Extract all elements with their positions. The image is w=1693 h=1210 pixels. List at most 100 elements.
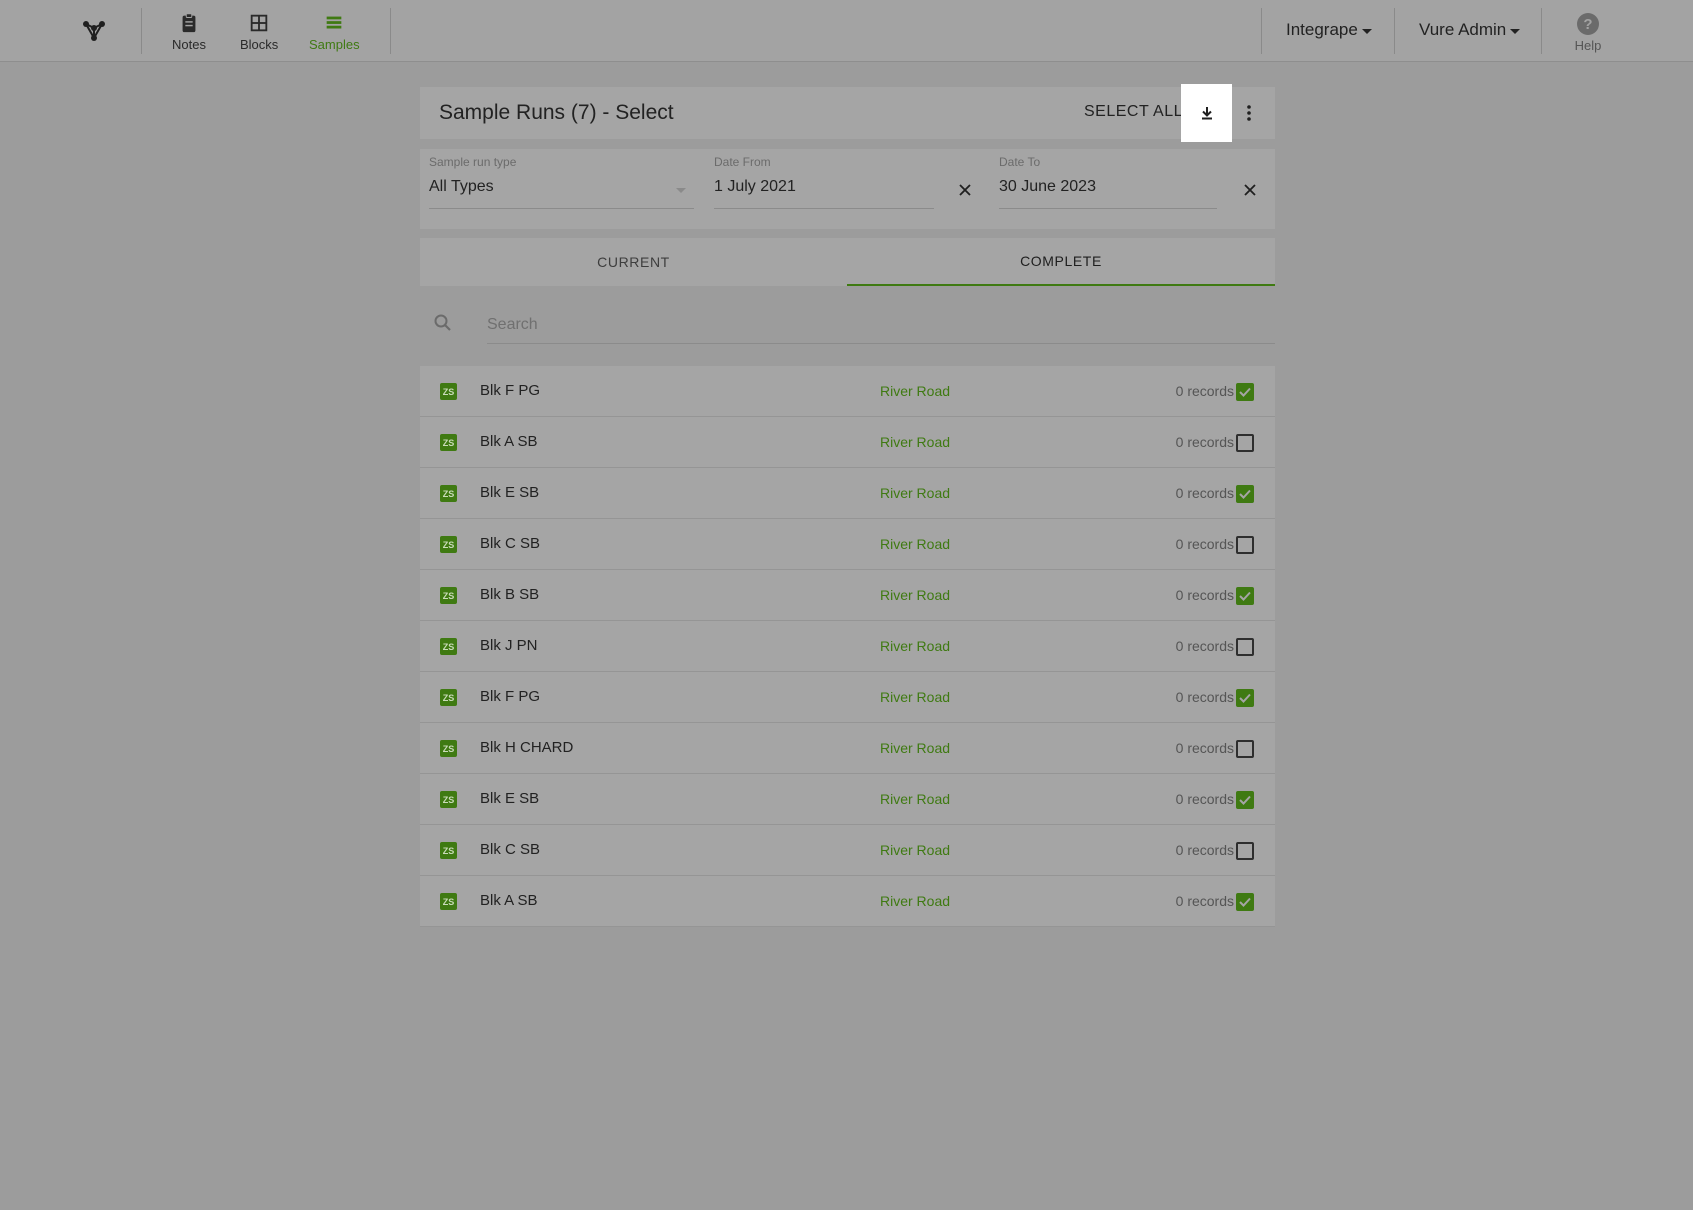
org-dropdown[interactable]: Integrape xyxy=(1286,20,1372,40)
checkmark-icon xyxy=(1239,897,1251,907)
clear-date-from-button[interactable] xyxy=(954,179,976,201)
nav-blocks-label: Blocks xyxy=(240,37,279,52)
list-item[interactable]: ZS Blk A SB River Road 0 records xyxy=(420,876,1275,927)
list-item[interactable]: ZS Blk F PG River Road 0 records xyxy=(420,366,1275,417)
close-icon xyxy=(1244,184,1256,196)
nav-divider xyxy=(1394,8,1395,54)
sample-type-badge-icon: ZS xyxy=(440,791,457,808)
search-input[interactable] xyxy=(487,306,1275,344)
user-dropdown[interactable]: Vure Admin xyxy=(1419,20,1521,40)
row-record-count: 0 records xyxy=(1175,383,1234,399)
row-record-count: 0 records xyxy=(1175,536,1234,552)
date-to-field[interactable]: Date To 30 June 2023 xyxy=(999,149,1269,229)
help-button[interactable]: ? Help xyxy=(1570,13,1606,53)
row-record-count: 0 records xyxy=(1175,842,1234,858)
nav-blocks[interactable]: Blocks xyxy=(240,12,278,56)
checkmark-icon xyxy=(1239,693,1251,703)
clear-date-to-button[interactable] xyxy=(1239,179,1261,201)
sample-type-badge-icon: ZS xyxy=(440,893,457,910)
checkmark-icon xyxy=(1239,795,1251,805)
row-location: River Road xyxy=(880,740,951,756)
row-location: River Road xyxy=(880,485,951,501)
app-logo-icon[interactable] xyxy=(78,14,110,46)
sample-type-badge-icon: ZS xyxy=(440,689,457,706)
nav-notes[interactable]: Notes xyxy=(172,12,206,56)
row-location: River Road xyxy=(880,842,951,858)
date-from-field[interactable]: Date From 1 July 2021 xyxy=(714,149,979,229)
nav-divider xyxy=(1261,8,1262,54)
row-location: River Road xyxy=(880,383,951,399)
row-location: River Road xyxy=(880,587,951,603)
sample-type-badge-icon: ZS xyxy=(440,842,457,859)
nav-divider xyxy=(390,8,391,54)
list-item[interactable]: ZS Blk C SB River Road 0 records xyxy=(420,519,1275,570)
row-location: River Road xyxy=(880,791,951,807)
list-item[interactable]: ZS Blk J PN River Road 0 records xyxy=(420,621,1275,672)
list-item[interactable]: ZS Blk A SB River Road 0 records xyxy=(420,417,1275,468)
date-to-value: 30 June 2023 xyxy=(999,178,1096,195)
tab-current[interactable]: CURRENT xyxy=(420,238,847,286)
more-options-button[interactable] xyxy=(1234,99,1264,127)
clipboard-icon xyxy=(182,13,196,33)
row-record-count: 0 records xyxy=(1175,740,1234,756)
sample-type-badge-icon: ZS xyxy=(440,383,457,400)
row-checkbox[interactable] xyxy=(1236,689,1254,707)
date-from-value: 1 July 2021 xyxy=(714,178,796,195)
tab-complete[interactable]: COMPLETE xyxy=(847,238,1275,286)
grid-icon xyxy=(250,14,268,32)
list-item[interactable]: ZS Blk E SB River Road 0 records xyxy=(420,774,1275,825)
row-location: River Road xyxy=(880,536,951,552)
list-item[interactable]: ZS Blk B SB River Road 0 records xyxy=(420,570,1275,621)
row-block-name: Blk B SB xyxy=(480,586,540,603)
search-icon xyxy=(434,314,451,331)
list-item[interactable]: ZS Blk E SB River Road 0 records xyxy=(420,468,1275,519)
select-arrow-icon xyxy=(676,188,686,193)
download-icon xyxy=(1201,107,1212,120)
date-to-label: Date To xyxy=(999,155,1041,169)
list-item[interactable]: ZS Blk H CHARD River Road 0 records xyxy=(420,723,1275,774)
row-record-count: 0 records xyxy=(1175,485,1234,501)
row-record-count: 0 records xyxy=(1175,638,1234,654)
row-checkbox[interactable] xyxy=(1236,383,1254,401)
row-checkbox[interactable] xyxy=(1236,485,1254,503)
list-icon xyxy=(326,16,342,29)
list-item[interactable]: ZS Blk C SB River Road 0 records xyxy=(420,825,1275,876)
search-bar xyxy=(420,298,1275,346)
row-checkbox[interactable] xyxy=(1236,740,1254,758)
field-underline xyxy=(714,208,934,209)
row-block-name: Blk C SB xyxy=(480,535,541,552)
list-item[interactable]: ZS Blk F PG River Road 0 records xyxy=(420,672,1275,723)
field-underline xyxy=(429,208,694,209)
checkmark-icon xyxy=(1239,591,1251,601)
row-checkbox[interactable] xyxy=(1236,791,1254,809)
sample-type-badge-icon: ZS xyxy=(440,587,457,604)
status-tabs: CURRENT COMPLETE xyxy=(420,238,1275,286)
more-vert-icon xyxy=(1247,105,1251,121)
row-block-name: Blk F PG xyxy=(480,382,541,399)
caret-down-icon xyxy=(1361,28,1372,34)
row-block-name: Blk C SB xyxy=(480,841,541,858)
row-checkbox[interactable] xyxy=(1236,434,1254,452)
row-record-count: 0 records xyxy=(1175,434,1234,450)
panel-header: Sample Runs (7) - Select SELECT ALL xyxy=(420,84,1275,142)
checkmark-icon xyxy=(1239,387,1251,397)
row-block-name: Blk H CHARD xyxy=(480,739,574,756)
row-block-name: Blk A SB xyxy=(480,892,538,909)
close-icon xyxy=(959,184,971,196)
checkmark-icon xyxy=(1239,489,1251,499)
row-checkbox[interactable] xyxy=(1236,842,1254,860)
help-label: Help xyxy=(1574,38,1602,53)
row-record-count: 0 records xyxy=(1175,689,1234,705)
select-all-button[interactable]: SELECT ALL xyxy=(1084,103,1183,121)
row-checkbox[interactable] xyxy=(1236,587,1254,605)
nav-divider xyxy=(141,8,142,54)
sample-run-type-select[interactable]: Sample run type All Types xyxy=(429,149,694,229)
row-checkbox[interactable] xyxy=(1236,638,1254,656)
page-title: Sample Runs (7) - Select xyxy=(439,101,674,124)
row-checkbox[interactable] xyxy=(1236,536,1254,554)
download-button[interactable] xyxy=(1181,84,1232,142)
row-block-name: Blk E SB xyxy=(480,484,540,501)
row-location: River Road xyxy=(880,434,951,450)
row-checkbox[interactable] xyxy=(1236,893,1254,911)
nav-samples[interactable]: Samples xyxy=(309,12,360,56)
